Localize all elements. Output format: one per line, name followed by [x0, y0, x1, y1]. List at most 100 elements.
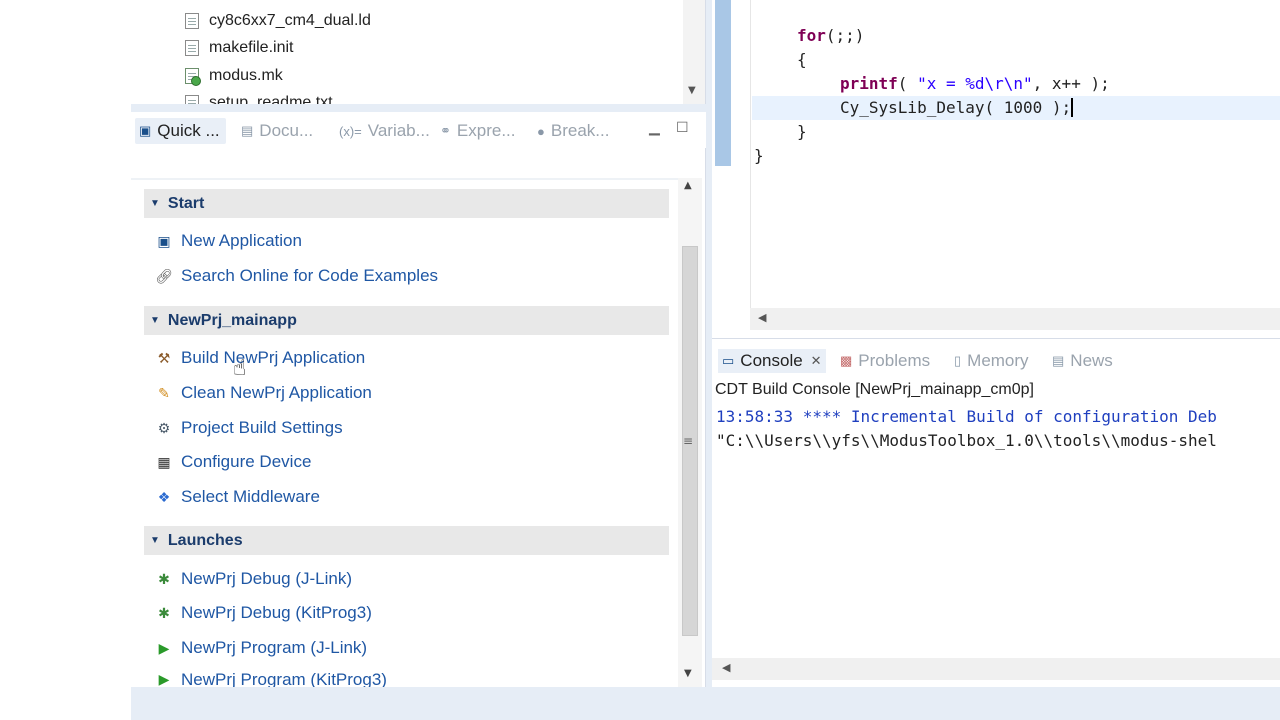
- console-output-line: "C:\\Users\\yfs\\ModusToolbox_1.0\\tools…: [716, 431, 1217, 450]
- tab-breakpoints[interactable]: ● Break...: [537, 118, 609, 144]
- editor-hscrollbar[interactable]: ◀: [750, 308, 1280, 330]
- link-clean-application[interactable]: ✎ Clean NewPrj Application: [155, 380, 372, 406]
- problems-icon: ▩: [840, 353, 853, 368]
- tab-console[interactable]: ▭ Console ✕: [718, 349, 826, 373]
- collapse-caret-icon[interactable]: ▼: [150, 315, 160, 326]
- tab-label: Docu...: [259, 121, 314, 140]
- file-name: setup_readme.txt: [209, 94, 333, 104]
- scroll-up-icon[interactable]: ▲: [684, 180, 692, 191]
- close-icon[interactable]: ✕: [811, 353, 822, 369]
- link-label: Clean NewPrj Application: [181, 383, 372, 402]
- console-hscrollbar[interactable]: ◀: [712, 658, 1280, 680]
- file-item[interactable]: modus.mk: [185, 63, 283, 89]
- link-build-settings[interactable]: ⚙ Project Build Settings: [155, 415, 343, 441]
- section-start[interactable]: ▼ Start: [144, 189, 669, 218]
- file-item[interactable]: makefile.init: [185, 35, 293, 61]
- link-configure-device[interactable]: ▦ Configure Device: [155, 449, 311, 475]
- text-file-icon: [185, 13, 199, 29]
- quick-panel-tabbar: ▣ Quick ... ▤ Docu... (x)= Variab... ⚭ E…: [131, 112, 706, 148]
- code-line: for(;;): [797, 26, 865, 45]
- panel-splitter[interactable]: [131, 104, 706, 112]
- code-editor[interactable]: for(;;) { printf( "x = %d\r\n", x++ ); C…: [712, 0, 1280, 330]
- link-search-code-examples[interactable]: 🔗︎ Search Online for Code Examples: [155, 263, 438, 289]
- link-label: Project Build Settings: [181, 418, 343, 437]
- link-label: Configure Device: [181, 452, 312, 471]
- hammer-icon: ⚒: [157, 349, 171, 366]
- section-launches[interactable]: ▼ Launches: [144, 526, 669, 555]
- collapse-caret-icon[interactable]: ▼: [150, 535, 160, 546]
- file-item[interactable]: cy8c6xx7_cm4_dual.ld: [185, 8, 371, 34]
- news-icon: ▤: [1052, 353, 1065, 368]
- section-title: NewPrj_mainapp: [167, 311, 297, 329]
- explorer-scrollbar[interactable]: ▼: [683, 0, 705, 104]
- middleware-icon: ❖: [157, 488, 171, 505]
- link-label: Select Middleware: [181, 487, 320, 506]
- section-title: Start: [167, 194, 205, 212]
- link-program-kitprog3[interactable]: ▶ NewPrj Program (KitProg3): [155, 670, 387, 687]
- file-name: cy8c6xx7_cm4_dual.ld: [209, 12, 371, 29]
- link-label: NewPrj Program (J-Link): [181, 638, 368, 657]
- collapse-caret-icon[interactable]: ▼: [150, 198, 160, 209]
- tab-label: Quick ...: [157, 121, 220, 140]
- console-icon: ▭: [722, 353, 735, 368]
- code-line: }: [754, 146, 764, 165]
- link-build-application[interactable]: ⚒ Build NewPrj Application: [155, 345, 366, 371]
- tab-expressions[interactable]: ⚭ Expre...: [440, 118, 516, 144]
- tab-documentation[interactable]: ▤ Docu...: [241, 118, 313, 144]
- status-bar: [131, 687, 1280, 720]
- debug-icon: ✱: [158, 570, 170, 587]
- code-line: }: [797, 122, 807, 141]
- scroll-down-icon[interactable]: ▼: [688, 85, 696, 96]
- tab-label: Expre...: [456, 121, 516, 140]
- broom-icon: ✎: [158, 384, 170, 401]
- current-code-line: Cy_SysLib_Delay( 1000 );: [752, 96, 1280, 120]
- chip-icon: ▦: [157, 453, 171, 470]
- link-debug-kitprog3[interactable]: ✱ NewPrj Debug (KitProg3): [155, 600, 372, 626]
- file-name: modus.mk: [209, 67, 283, 84]
- tab-label: Problems: [858, 351, 931, 370]
- file-item[interactable]: setup_readme.txt: [185, 90, 333, 104]
- minimize-icon[interactable]: ▁: [649, 120, 660, 136]
- link-label: NewPrj Debug (J-Link): [181, 569, 352, 588]
- link-select-middleware[interactable]: ❖ Select Middleware: [155, 484, 320, 510]
- tab-problems[interactable]: ▩ Problems: [840, 349, 930, 373]
- grip-icon: ≡: [683, 434, 694, 448]
- expressions-icon: ⚭: [440, 123, 451, 138]
- text-file-icon: [185, 95, 199, 104]
- scroll-left-icon[interactable]: ◀: [758, 311, 766, 324]
- tab-variables[interactable]: (x)= Variab...: [339, 118, 430, 144]
- quick-panel-icon: ▣: [139, 123, 152, 138]
- settings-icon: ⚙: [157, 419, 171, 436]
- file-name: makefile.init: [209, 39, 294, 56]
- scroll-down-icon[interactable]: ▼: [684, 668, 692, 679]
- run-icon: ▶: [158, 639, 170, 656]
- section-project[interactable]: ▼ NewPrj_mainapp: [144, 306, 669, 335]
- quick-panel-scrollbar[interactable]: ▲ ≡ ▼: [678, 178, 702, 687]
- link-label: NewPrj Program (KitProg3): [181, 670, 387, 687]
- tab-memory[interactable]: ▯ Memory: [954, 349, 1029, 373]
- breakpoints-icon: ●: [537, 123, 545, 139]
- debug-icon: ✱: [158, 604, 170, 621]
- maximize-icon[interactable]: ☐: [676, 120, 689, 136]
- link-label: NewPrj Debug (KitProg3): [181, 603, 372, 622]
- tab-label: Console: [740, 351, 803, 370]
- link-program-jlink[interactable]: ▶ NewPrj Program (J-Link): [155, 635, 367, 661]
- variables-icon: (x)=: [339, 123, 362, 139]
- tab-label: Variab...: [367, 121, 430, 140]
- scroll-left-icon[interactable]: ◀: [722, 661, 730, 674]
- overview-ruler: [715, 0, 731, 166]
- console-output-line: 13:58:33 **** Incremental Build of confi…: [716, 407, 1217, 426]
- tab-quick-panel[interactable]: ▣ Quick ...: [135, 118, 226, 144]
- ide-window: cy8c6xx7_cm4_dual.ld makefile.init modus…: [0, 0, 1280, 720]
- code-line: {: [797, 50, 807, 69]
- tab-label: Memory: [967, 351, 1029, 370]
- new-application-icon: ▣: [157, 232, 171, 249]
- hand-cursor-icon: ☝: [233, 356, 247, 381]
- quick-panel: ▣ Quick ... ▤ Docu... (x)= Variab... ⚭ E…: [131, 112, 706, 687]
- link-label: Build NewPrj Application: [181, 348, 366, 367]
- tab-label: News: [1070, 351, 1113, 370]
- link-debug-jlink[interactable]: ✱ NewPrj Debug (J-Link): [155, 566, 352, 592]
- code-area[interactable]: for(;;) { printf( "x = %d\r\n", x++ ); C…: [752, 0, 1280, 308]
- tab-news[interactable]: ▤ News: [1052, 349, 1113, 373]
- link-new-application[interactable]: ▣ New Application: [155, 228, 302, 254]
